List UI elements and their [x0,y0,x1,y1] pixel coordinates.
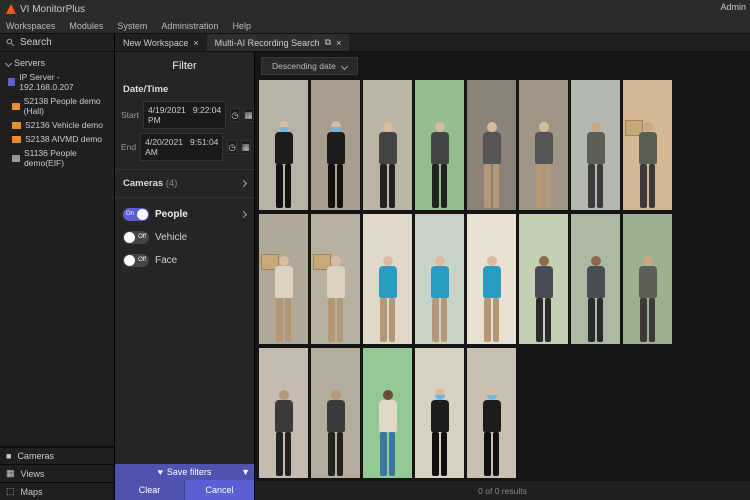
menu-help[interactable]: Help [232,21,251,31]
camera-icon [12,155,20,162]
maps-icon: ⬚ [6,486,15,497]
dropdown-icon[interactable]: ▼ [241,467,250,477]
people-toggle[interactable]: On [123,208,149,221]
titlebar: VI MonitorPlus [0,0,750,18]
clock-icon[interactable]: ◷ [227,140,236,154]
menubar: Workspaces Modules System Administration… [0,18,750,34]
clock-icon[interactable]: ◷ [230,108,239,122]
end-date-row: End 4/20/2021 9:51:04 AM ◷ ▦ [115,131,254,163]
server-node[interactable]: IP Server - 192.168.0.207 [2,70,112,94]
result-thumbnail[interactable] [311,80,360,210]
sidebar: Search Servers IP Server - 192.168.0.207… [0,34,115,500]
popout-icon[interactable]: ⧉ [325,37,331,48]
end-date-input[interactable]: 4/20/2021 9:51:04 AM [140,133,223,161]
camera-icon [12,122,21,129]
start-date-row: Start 4/19/2021 9:22:04 PM ◷ ▦ [115,99,254,131]
server-tree: Servers IP Server - 192.168.0.207 S2138 … [0,52,114,446]
filter-title: Filter [115,52,254,80]
result-thumbnail[interactable] [467,214,516,344]
result-thumbnail[interactable] [311,348,360,478]
heart-icon: ♥ [158,467,163,477]
servers-header[interactable]: Servers [2,56,112,70]
result-thumbnail[interactable] [415,348,464,478]
chevron-right-icon[interactable] [240,211,247,218]
face-toggle[interactable]: Off [123,254,149,267]
menu-workspaces[interactable]: Workspaces [6,21,55,31]
camera-icon [12,136,21,143]
calendar-icon[interactable]: ▦ [244,108,254,122]
admin-label[interactable]: Admin [720,2,746,12]
camera-icon: ■ [6,451,11,461]
result-thumbnail[interactable] [623,80,672,210]
face-label: Face [155,255,177,266]
camera-node[interactable]: S1136 People demo(EIF) [2,146,112,170]
search-icon [6,38,15,47]
vehicle-label: Vehicle [155,232,187,243]
chevron-down-icon [5,59,12,66]
nav-views[interactable]: ▦Views [0,464,114,482]
calendar-icon[interactable]: ▦ [241,140,251,154]
camera-node[interactable]: S2138 AIVMD demo [2,132,112,146]
save-filters-button[interactable]: ♥ Save filters ▼ [115,464,254,480]
results-panel: Descending date 0 of 0 results [255,52,750,500]
tab-multi-ai[interactable]: Multi-AI Recording Search⧉× [207,34,350,51]
result-thumbnail[interactable] [519,80,568,210]
menu-system[interactable]: System [117,21,147,31]
tab-bar: New Workspace× Multi-AI Recording Search… [115,34,750,52]
app-title: VI MonitorPlus [20,4,85,15]
app-logo-icon [6,4,16,14]
result-thumbnail[interactable] [415,80,464,210]
result-thumbnail[interactable] [415,214,464,344]
close-icon[interactable]: × [193,38,198,48]
bottom-nav: ■Cameras ▦Views ⬚Maps [0,446,114,500]
result-thumbnail[interactable] [311,214,360,344]
server-icon [8,78,15,86]
search-bar[interactable]: Search [0,34,114,52]
search-label: Search [20,37,52,48]
start-date-input[interactable]: 4/19/2021 9:22:04 PM [143,101,226,129]
result-thumbnail[interactable] [259,80,308,210]
cancel-button[interactable]: Cancel [185,480,254,500]
cameras-section[interactable]: Cameras (4) [115,169,254,197]
chevron-down-icon [341,62,348,69]
result-thumbnail[interactable] [363,80,412,210]
result-thumbnail[interactable] [363,348,412,478]
result-thumbnail[interactable] [571,80,620,210]
filter-panel: Filter Date/Time Start 4/19/2021 9:22:04… [115,52,255,500]
result-thumbnail[interactable] [467,80,516,210]
menu-modules[interactable]: Modules [69,21,103,31]
result-thumbnail[interactable] [519,214,568,344]
menu-administration[interactable]: Administration [161,21,218,31]
sort-dropdown[interactable]: Descending date [261,57,358,75]
camera-icon [12,103,20,110]
result-thumbnail[interactable] [363,214,412,344]
nav-cameras[interactable]: ■Cameras [0,447,114,464]
result-thumbnail[interactable] [623,214,672,344]
tab-new-workspace[interactable]: New Workspace× [115,35,207,51]
camera-node[interactable]: S2138 People demo (Hall) [2,94,112,118]
thumbnail-grid [255,80,750,480]
close-icon[interactable]: × [336,38,341,48]
datetime-label: Date/Time [115,80,254,99]
vehicle-toggle[interactable]: Off [123,231,149,244]
people-label: People [155,209,188,220]
result-thumbnail[interactable] [259,214,308,344]
camera-node[interactable]: S2136 Vehicle demo [2,118,112,132]
chevron-right-icon [240,180,247,187]
status-bar: 0 of 0 results [255,480,750,500]
clear-button[interactable]: Clear [115,480,185,500]
result-thumbnail[interactable] [571,214,620,344]
result-thumbnail[interactable] [467,348,516,478]
views-icon: ▦ [6,468,15,479]
nav-maps[interactable]: ⬚Maps [0,482,114,500]
result-thumbnail[interactable] [259,348,308,478]
